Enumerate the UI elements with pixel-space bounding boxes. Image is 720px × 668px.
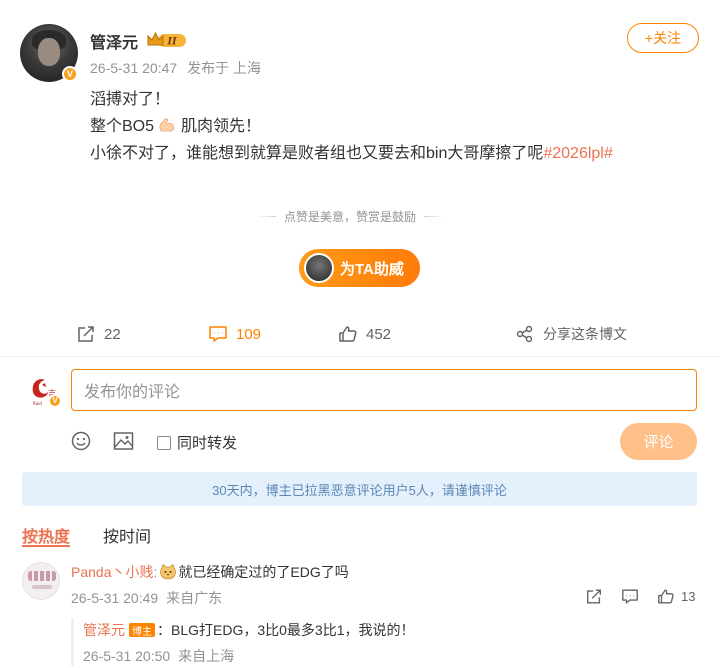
comment-reply-icon[interactable] [621,588,639,605]
share-label: 分享这条博文 [543,326,627,342]
repost-toggle[interactable]: 同时转发 [157,432,237,453]
crown-badge-icon[interactable]: II [146,31,188,49]
post-location: 发布于 上海 [187,60,261,76]
reply-meta: 26-5-31 20:50 来自上海 [83,646,234,666]
blacklist-notice: 30天内，博主已拉黑恶意评论用户5人，请谨慎评论 [22,472,697,506]
follow-button[interactable]: +关注 [627,23,699,53]
svg-text:Raid: Raid [33,401,42,406]
reply-text: ：BLG打EDG，3比0最多3比1，我说的！ [157,622,415,638]
like-action[interactable]: 452 [338,322,391,346]
reward-tip-text: 点赞是美意，赞赏是鼓励 [284,210,417,224]
hashtag-link[interactable]: #2026lpl# [543,145,612,162]
repost-toggle-label: 同时转发 [177,435,238,452]
cheer-button[interactable]: 为TA助威 [299,249,420,287]
blogger-badge: 博主 [129,623,155,638]
emoji-icon[interactable] [71,431,91,451]
cat-emoji-icon [160,564,177,580]
share-action[interactable]: 分享这条博文 [515,322,627,346]
reply-location: 来自上海 [178,648,235,664]
svg-text:II: II [166,37,177,48]
image-icon[interactable] [113,431,134,451]
reward-tip: 点赞是美意，赞赏是鼓励 [256,208,445,225]
comment-repost-icon[interactable] [585,588,603,605]
reply-line: 管泽元 博主 ：BLG打EDG，3比0最多3比1，我说的！ [83,620,415,640]
share-icon [516,325,533,343]
active-tab-underline [22,545,70,547]
section-divider [0,356,720,357]
cheer-avatar [304,253,334,283]
comment-count: 109 [236,325,262,343]
comment-text: 就已经确定过的了EDG了吗 [178,564,349,580]
divider-right [424,216,445,217]
comment-meta: 26-5-31 20:49 来自广东 [71,588,222,608]
post-line-2: 整个BO5 肌肉领先！ [90,115,261,139]
comment-like-count: 13 [681,589,696,604]
comment-location: 来自广东 [166,590,223,606]
comment-like-action[interactable]: 13 [657,588,695,605]
sort-by-time-tab[interactable]: 按时间 [103,523,151,547]
author-name[interactable]: 管泽元 [90,29,138,53]
name-separator: : [153,564,158,580]
comment-time: 26-5-31 20:49 [71,590,159,606]
comment-icon [209,326,227,342]
commenter-name[interactable]: Panda丶小贱 [71,562,153,582]
post-line-2-tail: 肌肉领先！ [180,118,261,135]
post-line-3-text: 小徐不对了，谁能想到就算是败者组也又要去和bin大哥摩擦了呢 [90,145,544,162]
comment-placeholder: 发布你的评论 [84,384,181,401]
post-meta: 26-5-31 20:47 发布于 上海 [90,58,261,78]
reply-indent-bar [71,618,74,666]
comment-input[interactable]: 发布你的评论 [71,369,697,411]
post-time[interactable]: 26-5-31 20:47 [90,60,177,76]
repost-checkbox[interactable] [157,435,171,450]
comment-line: Panda丶小贱 : 就已经确定过的了EDG了吗 [71,562,349,582]
comment-like-icon [658,589,674,604]
divider-left [256,216,276,217]
like-count: 452 [366,325,392,343]
commenter-avatar[interactable] [22,562,60,600]
post-line-3: 小徐不对了，谁能想到就算是败者组也又要去和bin大哥摩擦了呢#2026lpl# [90,142,613,166]
sort-by-hot-tab[interactable]: 按热度 [22,523,70,547]
repost-count: 22 [104,325,121,343]
verified-icon: V [62,66,78,82]
like-icon [339,326,357,342]
cheer-label: 为TA助威 [340,260,404,278]
reply-author[interactable]: 管泽元 [83,620,125,640]
comment-action[interactable]: 109 [208,322,261,346]
reply-time: 26-5-31 20:50 [83,648,171,664]
post-line-2-text: 整个BO5 [90,118,155,135]
repost-icon [78,326,94,342]
post-line-1: 滔搏对了！ [90,91,171,108]
submit-comment-button[interactable]: 评论 [620,423,697,460]
repost-action[interactable]: 22 [76,322,121,346]
my-verified-icon: V [48,394,62,408]
muscle-emoji-icon [160,118,175,132]
